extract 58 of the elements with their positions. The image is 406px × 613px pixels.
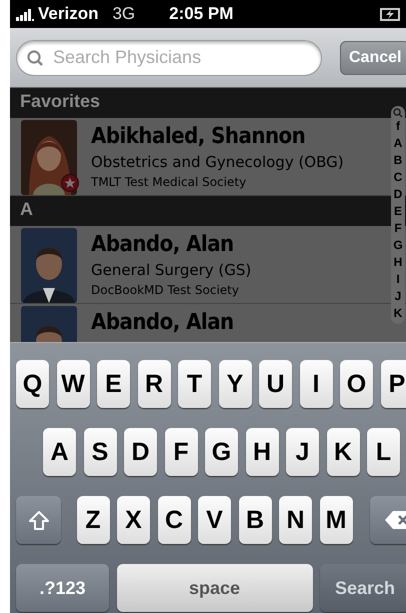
key[interactable]: D <box>124 428 157 476</box>
key[interactable]: Y <box>218 360 252 408</box>
signal-icon <box>16 7 34 21</box>
network-type: 3G <box>112 4 136 24</box>
index-letter[interactable]: E <box>394 203 402 220</box>
index-letter[interactable]: H <box>394 254 402 271</box>
key[interactable]: H <box>246 428 278 476</box>
key[interactable]: F <box>164 428 198 476</box>
space-key[interactable]: space <box>116 564 312 612</box>
backspace-icon <box>384 510 406 530</box>
key[interactable]: W <box>56 360 90 408</box>
specialty: General Surgery (GS) <box>91 261 252 279</box>
key[interactable]: O <box>340 360 373 408</box>
key[interactable]: R <box>138 360 170 408</box>
search-icon[interactable] <box>393 108 403 118</box>
society-name: DocBookMD Test Society <box>91 283 240 297</box>
specialty: Obstetrics and Gynecology (OBG) <box>91 153 344 171</box>
key[interactable]: S <box>84 428 116 476</box>
index-letter[interactable]: K <box>394 305 402 322</box>
section-header: Favorites <box>10 88 406 118</box>
key[interactable]: M <box>320 496 352 544</box>
key[interactable]: C <box>158 496 190 544</box>
index-letter[interactable]: C <box>394 169 402 186</box>
clock: 2:05 PM <box>169 4 234 24</box>
key[interactable]: U <box>259 360 292 408</box>
shift-key[interactable] <box>16 496 61 544</box>
key[interactable]: K <box>326 428 360 476</box>
index-letter[interactable]: B <box>394 152 402 169</box>
delete-key[interactable] <box>370 496 406 544</box>
index-letter[interactable]: G <box>393 237 403 254</box>
carrier-name: Verizon <box>38 4 98 24</box>
key[interactable]: Z <box>76 496 110 544</box>
key[interactable]: T <box>178 360 211 408</box>
key[interactable]: X <box>117 496 150 544</box>
key[interactable]: V <box>198 496 231 544</box>
key[interactable]: E <box>97 360 130 408</box>
physician-name: Abikhaled, Shannon <box>91 124 306 150</box>
key[interactable]: Q <box>16 360 49 408</box>
index-letter[interactable]: A <box>394 135 402 152</box>
physician-name: Abando, Alan <box>91 232 235 258</box>
physician-name: Abando, Alan <box>91 310 234 336</box>
search-icon <box>27 50 43 66</box>
key[interactable]: I <box>300 360 332 408</box>
key[interactable]: J <box>286 428 319 476</box>
numbers-key[interactable]: .?123 <box>16 564 109 612</box>
index-letter[interactable]: f <box>396 118 400 135</box>
key[interactable]: N <box>279 496 312 544</box>
index-letter[interactable]: J <box>394 288 402 305</box>
search-field[interactable]: Search Physicians <box>16 40 322 76</box>
key[interactable]: P <box>380 360 406 408</box>
key[interactable]: B <box>238 496 272 544</box>
society-name: TMLT Test Medical Society <box>91 175 248 189</box>
key[interactable]: L <box>367 428 400 476</box>
shift-arrow-icon <box>28 510 50 530</box>
battery-charging-icon <box>380 8 400 20</box>
key[interactable]: G <box>205 428 238 476</box>
index-letter[interactable]: I <box>396 271 400 288</box>
key[interactable]: A <box>43 428 76 476</box>
